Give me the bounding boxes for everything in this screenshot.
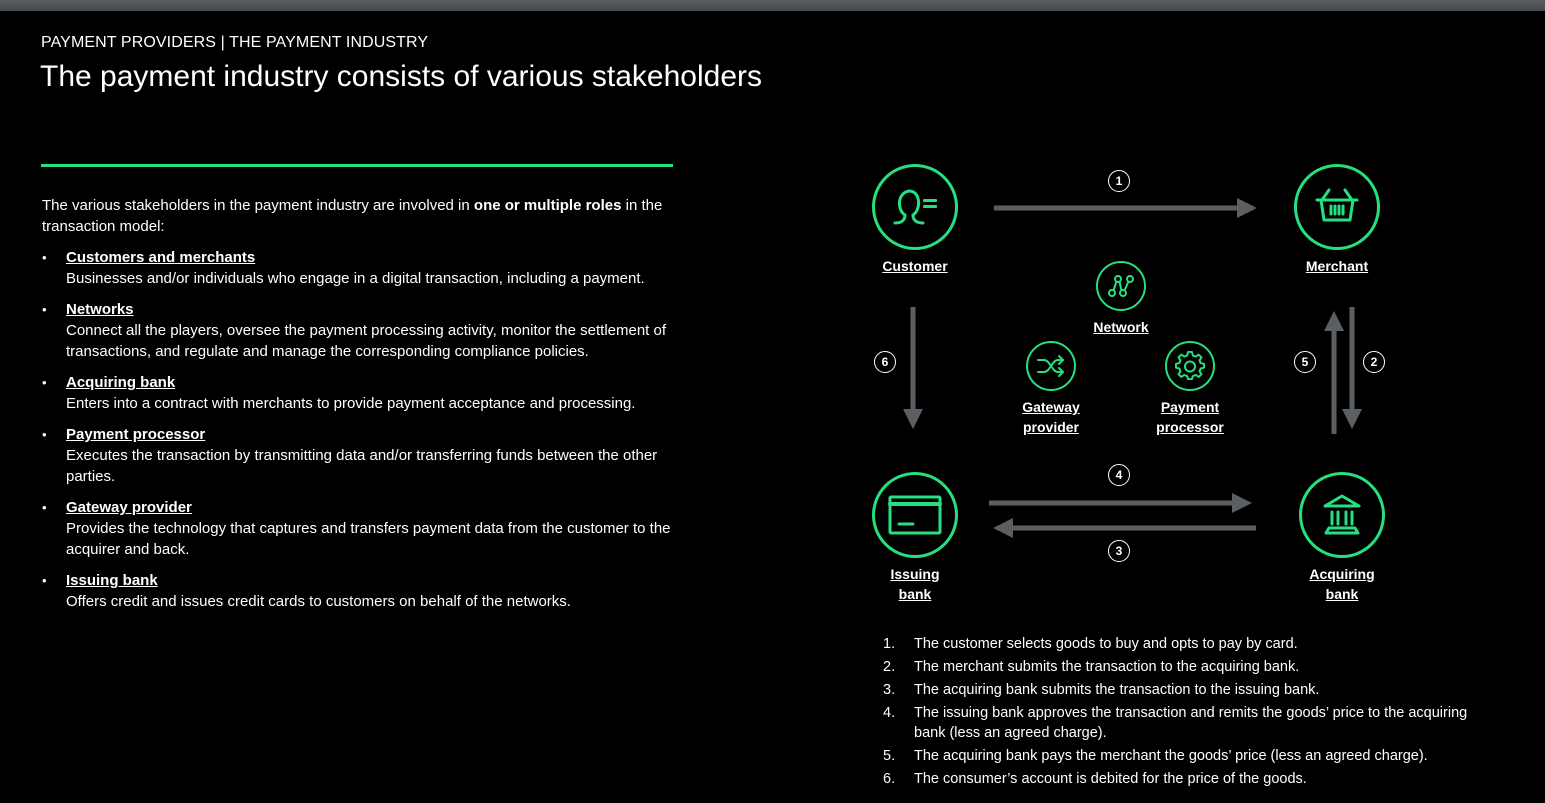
step-badge-1: 1 bbox=[1108, 170, 1130, 192]
node-label-customer: Customer bbox=[882, 258, 948, 274]
accent-divider bbox=[41, 164, 673, 167]
bullet: • bbox=[42, 250, 47, 265]
role-description: Connect all the players, oversee the pay… bbox=[66, 322, 667, 360]
step-item: 1. The customer selects goods to buy and … bbox=[883, 634, 1483, 654]
network-graph-icon bbox=[1108, 275, 1134, 297]
basket-icon bbox=[1315, 188, 1359, 222]
node-label-merchant: Merchant bbox=[1305, 258, 1369, 274]
bullet: • bbox=[42, 427, 47, 442]
node-issuing-bank: Issuing bank bbox=[865, 472, 965, 604]
step-text: The acquiring bank submits the transacti… bbox=[914, 682, 1320, 698]
role-item: • Payment processor Executes the transacti… bbox=[42, 424, 682, 487]
processor-icon-circle bbox=[1165, 341, 1215, 391]
node-customer: Customer bbox=[865, 164, 965, 276]
node-network: Network bbox=[1081, 261, 1161, 337]
merchant-icon-circle bbox=[1294, 164, 1380, 250]
step-item: 3. The acquiring bank submits the transac… bbox=[883, 680, 1483, 700]
node-label-gateway-provider: Gateway provider bbox=[1022, 399, 1080, 435]
step-number: 3. bbox=[883, 682, 896, 698]
customer-icon-circle bbox=[872, 164, 958, 250]
step-item: 6. The consumer’s account is debited for … bbox=[883, 769, 1483, 789]
step-item: 5. The acquiring bank pays the merchant t… bbox=[883, 746, 1483, 766]
step-text: The customer selects goods to buy and op… bbox=[914, 636, 1298, 652]
role-item: • Networks Connect all the players, overse… bbox=[42, 299, 682, 362]
credit-card-icon bbox=[888, 495, 942, 535]
step-item: 2. The merchant submits the transaction t… bbox=[883, 657, 1483, 677]
step-text: The acquiring bank pays the merchant the… bbox=[914, 748, 1428, 764]
step-badge-2: 2 bbox=[1363, 351, 1385, 373]
role-name: Acquiring bank bbox=[66, 374, 176, 391]
gateway-icon-circle bbox=[1026, 341, 1076, 391]
issuing-icon-circle bbox=[872, 472, 958, 558]
step-text: The consumer’s account is debited for th… bbox=[914, 771, 1307, 787]
role-name: Networks bbox=[66, 301, 134, 318]
node-merchant: Merchant bbox=[1287, 164, 1387, 276]
page-title: The payment industry consists of various… bbox=[40, 60, 763, 93]
intro-bold-text: one or multiple roles bbox=[473, 197, 622, 214]
step-item: 4. The issuing bank approves the transact… bbox=[883, 703, 1483, 743]
node-label-issuing-bank: Issuing bank bbox=[890, 566, 940, 602]
role-name: Payment processor bbox=[66, 426, 206, 443]
role-item: • Customers and merchants Businesses and/o… bbox=[42, 247, 682, 289]
transaction-flow-diagram: 1 2 3 4 5 6 Customer Merchant Network Ga… bbox=[840, 150, 1480, 620]
node-acquiring-bank: Acquiring bank bbox=[1292, 472, 1392, 604]
step-text: The issuing bank approves the transactio… bbox=[914, 705, 1468, 741]
role-description: Enters into a contract with merchants to… bbox=[66, 395, 636, 412]
roles-list: • Customers and merchants Businesses and/o… bbox=[42, 247, 682, 622]
bank-building-icon bbox=[1323, 494, 1361, 535]
role-name: Issuing bank bbox=[66, 572, 158, 589]
role-item: • Gateway provider Provides the technology… bbox=[42, 497, 682, 560]
node-label-acquiring-bank: Acquiring bank bbox=[1309, 566, 1375, 602]
step-number: 2. bbox=[883, 659, 896, 675]
step-badge-5: 5 bbox=[1294, 351, 1316, 373]
intro-text-before: The various stakeholders in the payment … bbox=[42, 197, 474, 214]
bullet: • bbox=[42, 375, 47, 390]
role-description: Executes the transaction by transmitting… bbox=[66, 447, 658, 485]
transaction-steps-list: 1. The customer selects goods to buy and … bbox=[883, 634, 1483, 792]
step-number: 4. bbox=[883, 705, 896, 721]
acquiring-icon-circle bbox=[1299, 472, 1385, 558]
section-kicker: PAYMENT PROVIDERS | THE PAYMENT INDUSTRY bbox=[41, 34, 429, 51]
bullet: • bbox=[42, 573, 47, 588]
window-top-bar bbox=[0, 0, 1545, 11]
step-number: 1. bbox=[883, 636, 896, 652]
intro-paragraph: The various stakeholders in the payment … bbox=[42, 195, 682, 237]
network-icon-circle bbox=[1096, 261, 1146, 311]
role-description: Businesses and/or individuals who engage… bbox=[66, 270, 645, 287]
role-name: Gateway provider bbox=[66, 499, 192, 516]
shuffle-icon bbox=[1037, 355, 1064, 377]
step-badge-3: 3 bbox=[1108, 540, 1130, 562]
role-description: Offers credit and issues credit cards to… bbox=[66, 593, 571, 610]
role-item: • Acquiring bank Enters into a contract wi… bbox=[42, 372, 682, 414]
node-label-network: Network bbox=[1093, 319, 1149, 335]
role-item: • Issuing bank Offers credit and issues cr… bbox=[42, 570, 682, 612]
step-text: The merchant submits the transaction to … bbox=[914, 659, 1300, 675]
role-name: Customers and merchants bbox=[66, 249, 256, 266]
step-number: 5. bbox=[883, 748, 896, 764]
node-gateway-provider: Gateway provider bbox=[1011, 341, 1091, 437]
node-label-payment-processor: Payment processor bbox=[1156, 399, 1224, 435]
bullet: • bbox=[42, 500, 47, 515]
gear-icon bbox=[1175, 350, 1205, 381]
role-description: Provides the technology that captures an… bbox=[66, 520, 671, 558]
bullet: • bbox=[42, 302, 47, 317]
step-number: 6. bbox=[883, 771, 896, 787]
step-badge-4: 4 bbox=[1108, 464, 1130, 486]
person-icon bbox=[893, 189, 937, 225]
step-badge-6: 6 bbox=[874, 351, 896, 373]
node-payment-processor: Payment processor bbox=[1145, 341, 1235, 437]
